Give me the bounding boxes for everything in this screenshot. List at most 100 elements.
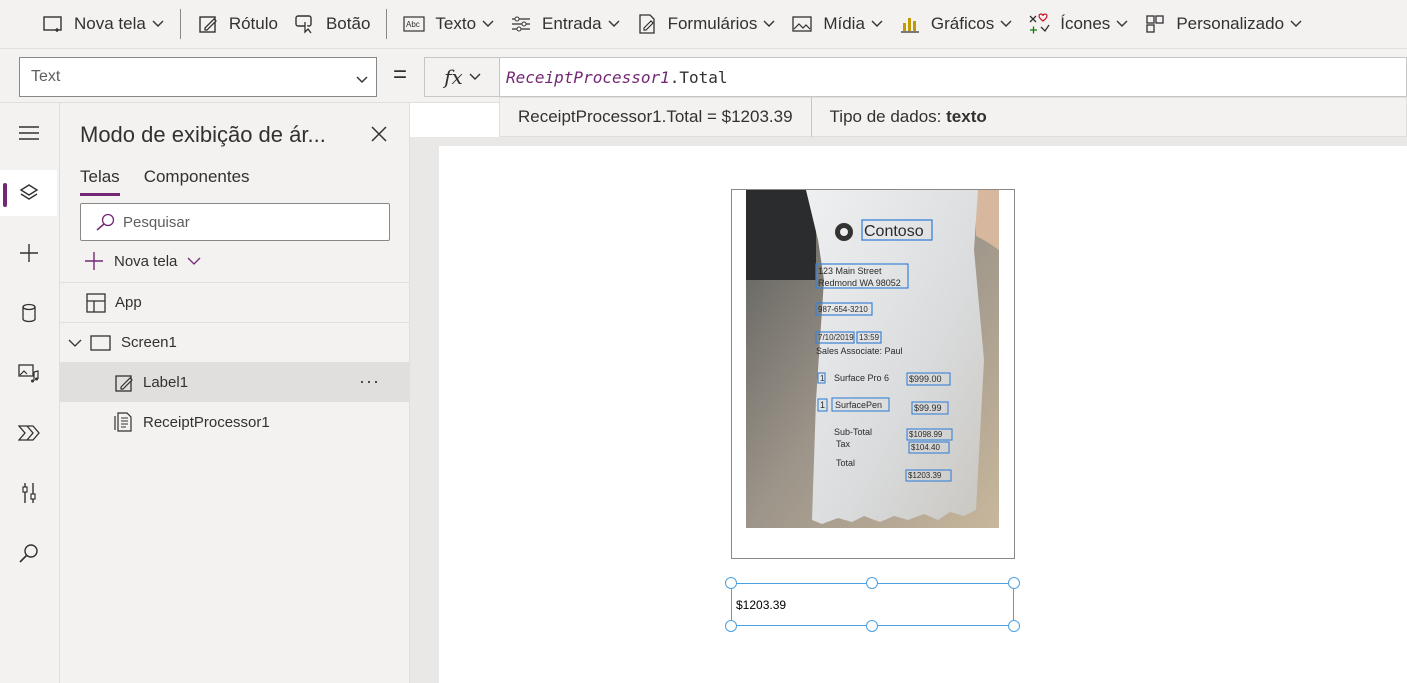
media-rail-button[interactable] — [0, 350, 57, 396]
data-rail-button[interactable] — [0, 290, 57, 336]
close-icon — [371, 126, 387, 142]
receipt-address-2: Redmond WA 98052 — [818, 278, 901, 288]
input-button[interactable]: Entrada — [502, 0, 628, 49]
chevron-down-icon — [1116, 18, 1128, 30]
new-screen-button[interactable]: Nova tela — [34, 0, 172, 49]
receipt-line2-qty: 1 — [820, 400, 825, 410]
insert-toolbar: Nova tela Rótulo Botão Abc Texto Entrada… — [0, 0, 1407, 49]
tree-item-label1[interactable]: Label1 ··· — [60, 362, 410, 402]
tree-item-app-label: App — [115, 294, 142, 311]
tab-screens[interactable]: Telas — [80, 167, 120, 196]
chevron-down-icon — [1000, 18, 1012, 30]
tree-item-receipt-label: ReceiptProcessor1 — [143, 413, 270, 431]
receipt-subtotal-label: Sub-Total — [834, 427, 872, 437]
receipt-time: 13:59 — [859, 333, 880, 342]
more-options-button[interactable]: ··· — [359, 371, 380, 392]
receipt-line1-qty: 1 — [820, 374, 825, 383]
tools-icon — [21, 483, 36, 503]
tab-components[interactable]: Componentes — [144, 167, 250, 196]
fx-button[interactable]: fx — [424, 57, 500, 97]
receipt-tax: $104.40 — [911, 443, 940, 452]
hamburger-menu-button[interactable] — [0, 110, 57, 156]
insert-rail-button[interactable] — [0, 230, 57, 276]
formula-bar: Text = fx ReceiptProcessor1.Total — [0, 49, 1407, 103]
forms-icon — [636, 13, 658, 35]
receipt-brand: Contoso — [864, 223, 924, 240]
resize-handle[interactable] — [725, 577, 737, 589]
chevron-down-icon — [1290, 18, 1302, 30]
new-screen-icon — [42, 13, 64, 35]
resize-handle[interactable] — [866, 620, 878, 632]
input-icon — [510, 13, 532, 35]
resize-handle[interactable] — [866, 577, 878, 589]
equals-sign: = — [393, 61, 408, 88]
tree-view-panel: Modo de exibição de ár... Telas Componen… — [60, 103, 410, 683]
label-button-text: Rótulo — [228, 14, 278, 33]
receipt-photo: Contoso 123 Main Street Redmond WA 98052… — [746, 190, 999, 528]
input-button-label: Entrada — [542, 14, 602, 33]
formula-member: .Total — [669, 68, 728, 87]
tree-item-receipt-processor[interactable]: ReceiptProcessor1 — [60, 402, 410, 442]
receipt-line2-price: $99.99 — [914, 403, 942, 413]
custom-button[interactable]: Personalizado — [1136, 0, 1310, 49]
receipt-phone: 987-654-3210 — [818, 305, 868, 314]
media-icon — [17, 364, 39, 383]
resize-handle[interactable] — [1008, 620, 1020, 632]
screen-icon — [90, 334, 112, 351]
property-dropdown-value: Text — [31, 68, 61, 85]
search-icon — [95, 213, 115, 231]
database-icon — [21, 303, 36, 323]
tree-item-screen1[interactable]: Screen1 — [60, 322, 410, 362]
advanced-tools-rail-button[interactable] — [0, 470, 57, 516]
new-screen-tree-label: Nova tela — [114, 252, 178, 270]
search-icon — [18, 544, 38, 563]
tree-item-screen1-label: Screen1 — [121, 334, 177, 351]
forms-button[interactable]: Formulários — [628, 0, 784, 49]
tree-item-label1-label: Label1 — [143, 374, 189, 391]
button-button-text: Botão — [325, 14, 371, 33]
close-panel-button[interactable] — [369, 124, 389, 144]
chevron-down-icon — [469, 73, 481, 81]
formula-identifier: ReceiptProcessor1 — [506, 68, 670, 87]
new-screen-tree-button[interactable]: Nova tela — [84, 251, 201, 271]
resize-handle[interactable] — [1008, 577, 1020, 589]
data-type-info: Tipo de dados: texto — [812, 107, 1005, 127]
custom-icon — [1144, 13, 1166, 35]
formula-input[interactable]: ReceiptProcessor1.Total — [499, 57, 1407, 97]
chevron-down-icon — [187, 257, 201, 265]
toolbar-divider — [386, 9, 388, 39]
tree-tabs: Telas Componentes — [80, 167, 274, 196]
media-button[interactable]: Mídia — [783, 0, 891, 49]
resize-handle[interactable] — [725, 620, 737, 632]
custom-button-label: Personalizado — [1176, 14, 1285, 33]
receipt-date: 7/10/2019 — [818, 333, 854, 342]
icons-button[interactable]: Ícones — [1020, 0, 1136, 49]
tree-search-box[interactable]: Pesquisar — [80, 203, 390, 241]
text-icon: Abc — [403, 13, 426, 35]
receipt-processor-icon — [114, 412, 134, 432]
receipt-line1-price: $999.00 — [909, 374, 942, 384]
plus-icon — [19, 244, 38, 262]
tree-item-app[interactable]: App — [60, 282, 410, 322]
icons-button-label: Ícones — [1060, 14, 1111, 33]
formula-result-bar: ReceiptProcessor1.Total = $1203.39 Tipo … — [499, 97, 1407, 137]
app-icon — [86, 292, 106, 313]
svg-text:Abc: Abc — [406, 20, 420, 29]
forms-button-label: Formulários — [667, 14, 758, 33]
receipt-address-1: 123 Main Street — [818, 266, 882, 276]
charts-icon — [899, 13, 921, 35]
button-button[interactable]: Botão — [286, 0, 378, 49]
plus-icon — [85, 252, 103, 270]
chevron-down-icon — [152, 18, 164, 30]
chevron-down-icon — [356, 71, 368, 89]
search-rail-button[interactable] — [0, 530, 57, 576]
property-dropdown[interactable]: Text — [19, 57, 377, 97]
power-automate-rail-button[interactable] — [0, 410, 57, 456]
toolbar-divider — [179, 9, 181, 39]
button-icon — [294, 13, 316, 35]
tree-view-button[interactable] — [0, 170, 57, 216]
text-button[interactable]: Abc Texto — [395, 0, 502, 49]
label-button[interactable]: Rótulo — [189, 0, 286, 49]
charts-button[interactable]: Gráficos — [891, 0, 1020, 49]
chevron-down-icon — [68, 339, 82, 347]
